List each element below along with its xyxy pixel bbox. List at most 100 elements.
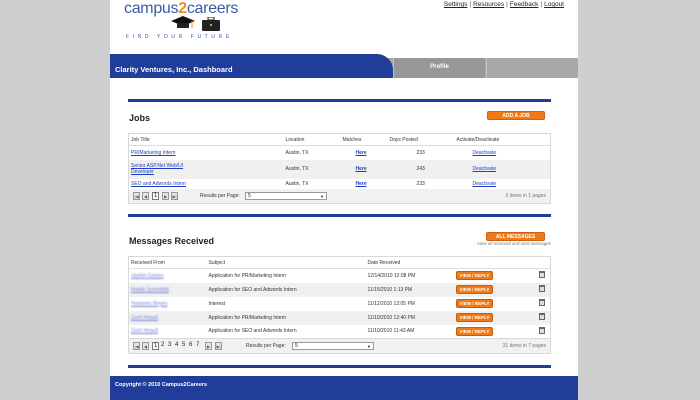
logo-tagline: FIND YOUR FUTURE (126, 34, 233, 40)
table-row: Jaylish Gaines Application for PR/Market… (129, 269, 551, 283)
last-page-button[interactable]: ▶| (171, 192, 178, 200)
page-number[interactable]: 6 (189, 342, 192, 348)
matches-link[interactable]: Here (356, 150, 367, 156)
message-date: 11/10/2010 12:40 PM (365, 310, 454, 325)
prev-page-button[interactable]: ◀ (142, 192, 149, 200)
section-divider (128, 214, 551, 217)
graduation-cap-icon (171, 16, 195, 28)
feedback-link[interactable]: Feedback (510, 1, 539, 8)
messages-table: Received From Subject Date Received Jayl… (128, 256, 551, 339)
trash-icon[interactable] (538, 271, 545, 279)
column-header[interactable]: Matches (340, 133, 388, 146)
column-header[interactable]: Subject (206, 256, 366, 269)
page-title: Clarity Ventures, Inc., Dashboard (115, 65, 233, 74)
top-links: Settings | Resources | Feedback | Logout (443, 1, 564, 8)
messages-pager: |◀ ◀ 1 2 3 4 5 6 7 ▶ ▶| Results per Page… (128, 339, 551, 354)
section-divider (128, 365, 551, 368)
message-subject: Application for SEO and Adwords Intern (208, 328, 297, 335)
trash-icon[interactable] (538, 299, 545, 306)
message-subject: Application for PR/Marketing Intern (208, 272, 287, 279)
first-page-button[interactable]: |◀ (133, 342, 140, 350)
days-posted: 243 (387, 159, 455, 179)
page-number[interactable]: 3 (168, 342, 171, 348)
table-row: Zach Heault Application for SEO and Adwo… (129, 325, 551, 339)
deactivate-link[interactable]: Deactivate (473, 166, 497, 172)
prev-page-button[interactable]: ◀ (142, 342, 149, 350)
footer: Copyright © 2010 Campus2Careers (110, 376, 578, 400)
table-row: PR/Marketing Intern Austin, TX Here 233 … (129, 146, 551, 160)
message-subject: Application for PR/Marketing Intern (206, 310, 366, 325)
view-reply-button[interactable]: VIEW / REPLY (455, 299, 494, 308)
add-job-button[interactable]: ADD A JOB (487, 111, 545, 120)
column-header[interactable]: Date Received (365, 256, 454, 269)
job-title-link[interactable]: PR/Marketing Intern (131, 150, 175, 156)
view-reply-button[interactable]: VIEW / REPLY (455, 313, 494, 322)
matches-link[interactable]: Here (356, 181, 367, 187)
logout-link[interactable]: Logout (544, 1, 564, 8)
table-row: Senior ASP.Net Web/UI Developer Austin, … (128, 159, 551, 179)
page-number[interactable]: 2 (161, 342, 164, 348)
page-number-current[interactable]: 1 (152, 342, 160, 350)
matches-link[interactable]: Here (356, 166, 367, 172)
job-title-link[interactable]: SEO and Adwords Intern (131, 181, 186, 187)
resources-link[interactable]: Resources (473, 1, 504, 8)
settings-link[interactable]: Settings (444, 1, 468, 8)
table-header-row: Received From Subject Date Received (128, 256, 551, 269)
column-header[interactable]: Location (283, 133, 341, 146)
campus2careers-logo[interactable]: campus2careers FIND YOUR FUTURE (124, 0, 254, 44)
table-row: Yasmeen Reyes Interest 11/12/2010 12:05 … (129, 297, 551, 311)
view-reply-button[interactable]: VIEW / REPLY (455, 285, 494, 294)
message-date: 11/10/2010 11:43 AM (367, 328, 415, 335)
deactivate-link[interactable]: Deactivate (473, 150, 497, 156)
column-header[interactable]: Job Title (128, 133, 284, 146)
message-subject: Interest (208, 300, 226, 307)
view-reply-button[interactable]: VIEW / REPLY (455, 326, 494, 336)
page-number-current[interactable]: 1 (152, 192, 160, 200)
tab-profile[interactable]: Profile (393, 58, 485, 78)
all-messages-hint: View all received and sent messages (477, 241, 551, 246)
table-row: Noelle Schonfeld Application for SEO and… (128, 282, 551, 297)
per-page-label: Results per Page: (246, 343, 286, 349)
last-page-button[interactable]: ▶| (215, 342, 222, 350)
dashboard-title-tab: Clarity Ventures, Inc., Dashboard (110, 54, 393, 78)
column-header[interactable]: Activate/Deactivate (454, 133, 551, 146)
section-divider (128, 99, 551, 102)
per-page-select[interactable]: 5 ▼ (292, 342, 374, 350)
all-messages-button[interactable]: ALL MESSAGES (486, 232, 545, 241)
sender-link[interactable]: Zach Heault (131, 328, 158, 334)
sender-link[interactable]: Noelle Schonfeld (131, 287, 169, 293)
message-date: 12/14/2010 12:08 PM (367, 272, 416, 279)
table-row: Zach Heault Application for PR/Marketing… (128, 310, 551, 325)
page-number[interactable]: 5 (182, 342, 185, 348)
view-reply-button[interactable]: VIEW / REPLY (455, 271, 494, 281)
sender-link[interactable]: Jaylish Gaines (131, 273, 164, 279)
deactivate-link[interactable]: Deactivate (473, 181, 497, 187)
job-location: Austin, TX (283, 159, 341, 179)
chevron-down-icon: ▼ (367, 344, 371, 349)
next-page-button[interactable]: ▶ (205, 342, 212, 350)
column-header[interactable]: Received From (128, 256, 207, 269)
column-header[interactable]: Days Posted (387, 133, 455, 146)
message-subject: Application for SEO and Adwords Intern (206, 282, 366, 297)
job-location: Austin, TX (285, 149, 309, 156)
sender-link[interactable]: Zach Heault (131, 315, 158, 321)
days-posted: 233 (416, 149, 425, 156)
trash-icon[interactable] (538, 326, 545, 334)
page-number[interactable]: 4 (175, 342, 178, 348)
job-title-link[interactable]: Senior ASP.Net Web/UI Developer (131, 163, 201, 175)
messages-heading: Messages Received (129, 236, 215, 246)
first-page-button[interactable]: |◀ (133, 192, 140, 200)
sender-link[interactable]: Yasmeen Reyes (131, 301, 167, 307)
message-date: 11/15/2010 1:13 PM (365, 282, 454, 297)
per-page-select[interactable]: 5 ▼ (245, 192, 327, 200)
jobs-pager: |◀ ◀ 1 ▶ ▶| Results per Page: 5 ▼ 3 items… (128, 189, 551, 204)
trash-icon[interactable] (538, 313, 545, 320)
trash-icon[interactable] (538, 285, 545, 292)
page: campus2careers FIND YOUR FUTURE Settings… (110, 0, 578, 400)
jobs-table: Job Title Location Matches Days Posted A… (128, 133, 551, 191)
nav-divider (486, 58, 487, 78)
next-page-button[interactable]: ▶ (162, 192, 169, 200)
chevron-down-icon: ▼ (320, 194, 324, 199)
page-number[interactable]: 7 (196, 342, 199, 348)
table-header-row: Job Title Location Matches Days Posted A… (128, 133, 551, 146)
